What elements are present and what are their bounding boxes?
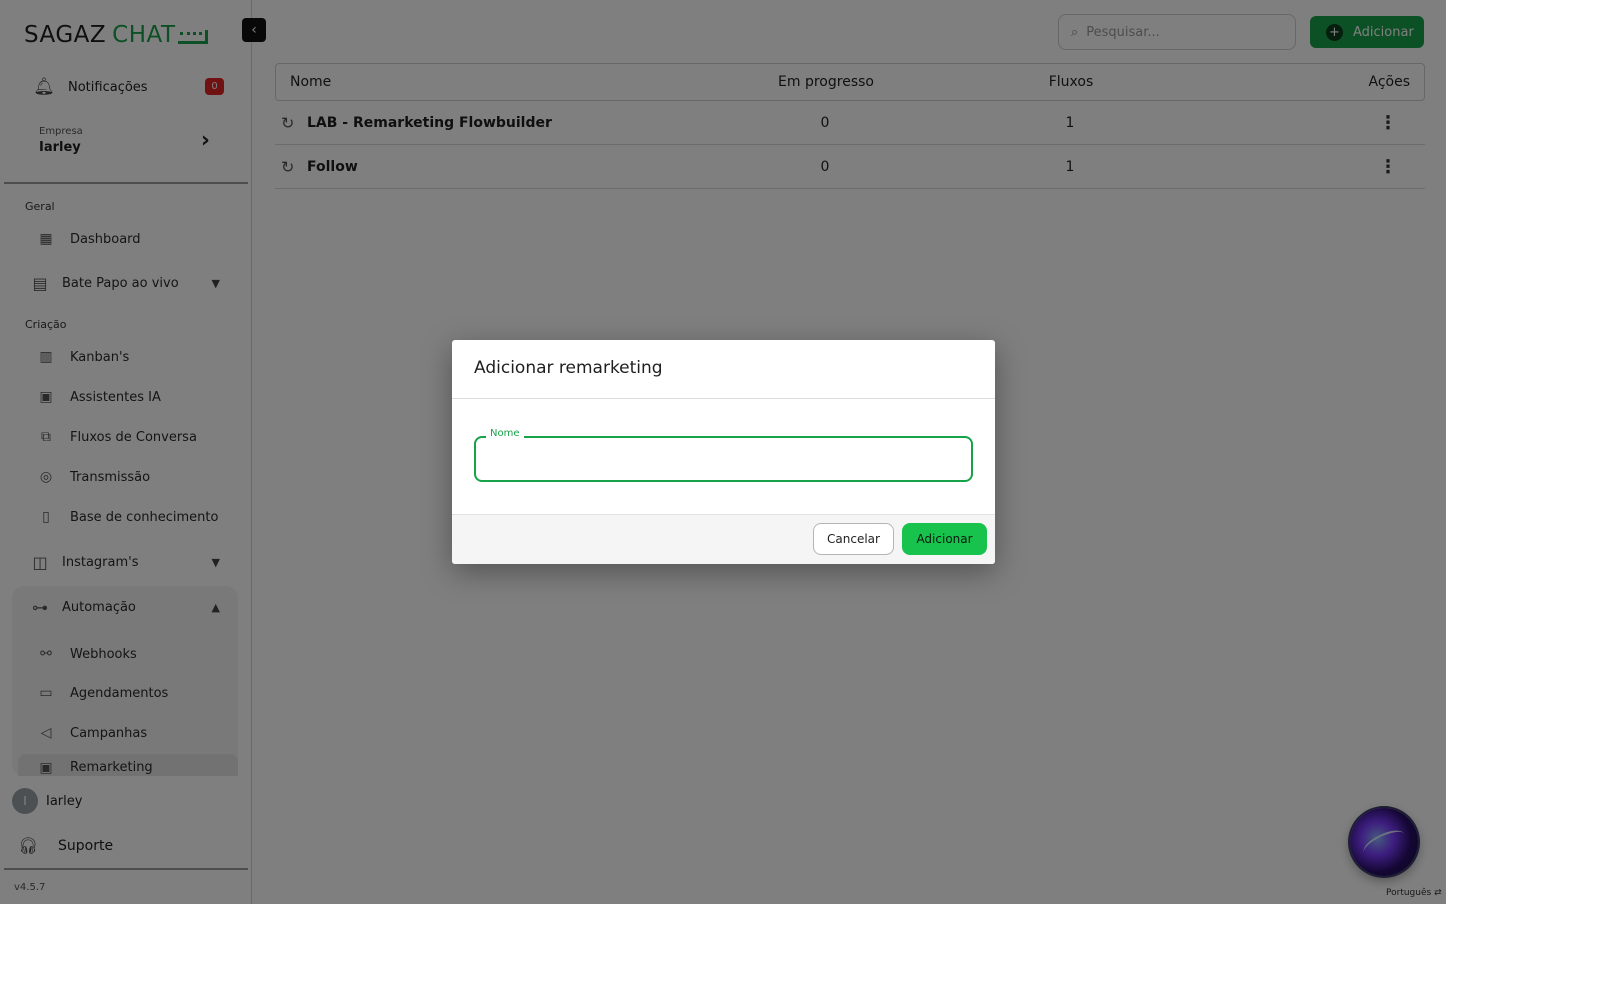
name-field-label: Nome — [486, 428, 524, 439]
dialog-footer: Cancelar Adicionar — [452, 514, 995, 564]
app-window: SAGAZ CHAT 🔔︎ Notificações 0 Empresa Iar… — [0, 0, 1446, 904]
add-remarketing-dialog: Adicionar remarketing Nome Cancelar Adic… — [452, 340, 995, 564]
cancel-button[interactable]: Cancelar — [813, 523, 894, 555]
dialog-title: Adicionar remarketing — [474, 358, 663, 378]
name-input[interactable] — [488, 448, 958, 470]
submit-add-button[interactable]: Adicionar — [902, 523, 987, 555]
dialog-divider — [452, 398, 995, 399]
name-field[interactable]: Nome — [474, 428, 973, 482]
